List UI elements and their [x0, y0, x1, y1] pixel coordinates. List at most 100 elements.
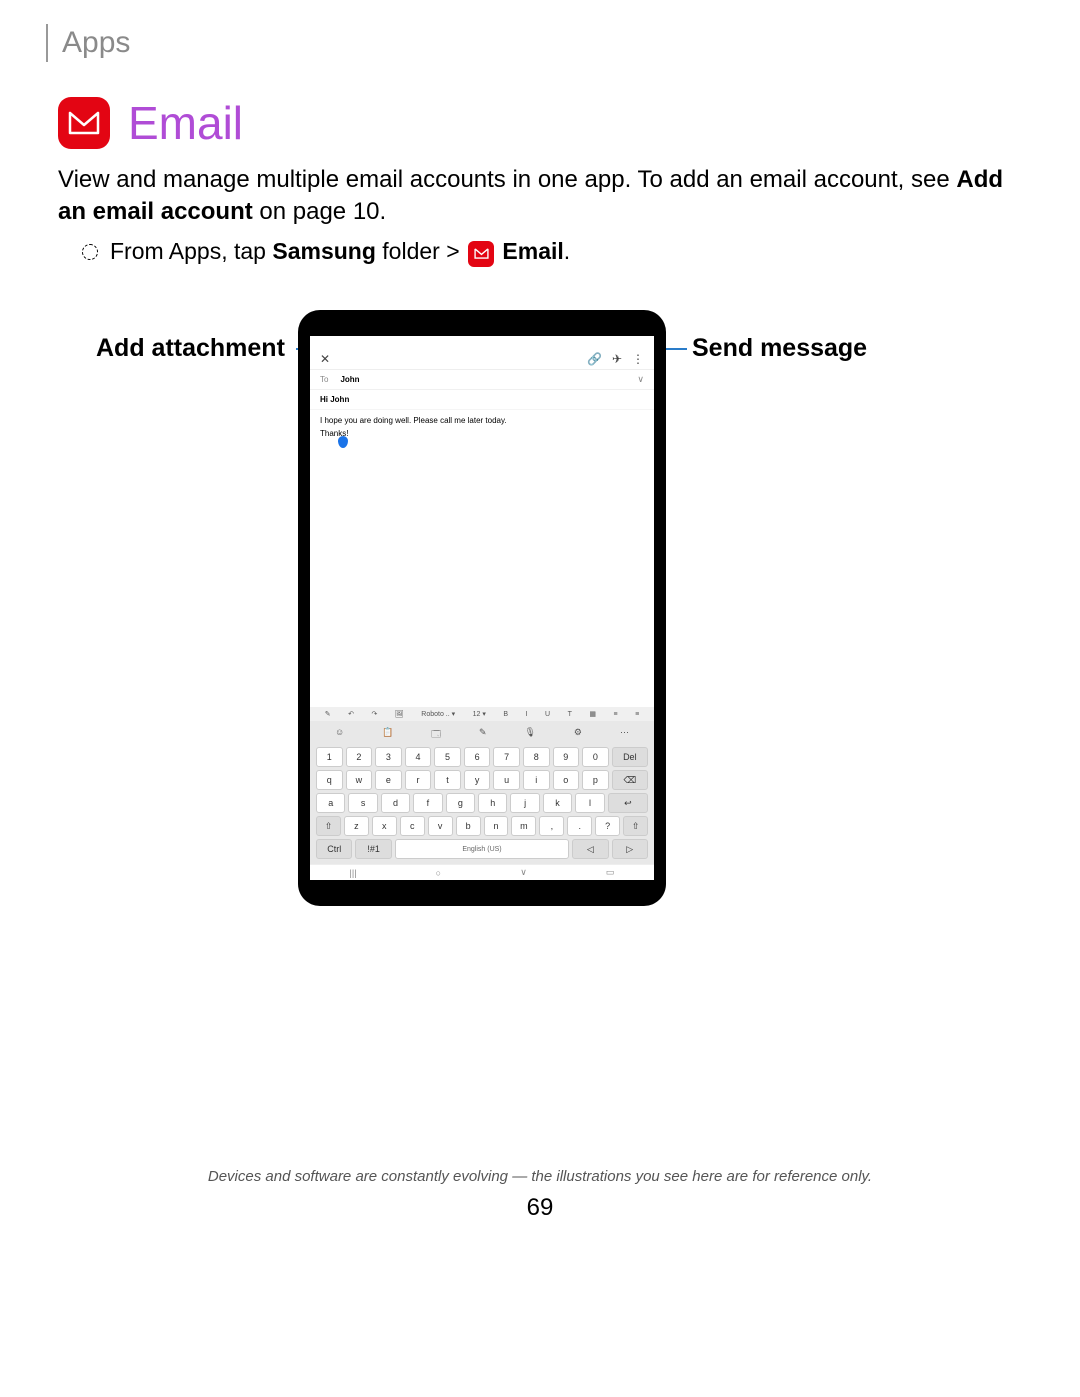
step-mid: folder > — [376, 238, 466, 264]
key[interactable]: c — [400, 816, 425, 836]
format-item[interactable]: I — [526, 711, 528, 718]
key[interactable]: a — [316, 793, 345, 813]
key-space[interactable]: English (US) — [395, 839, 569, 859]
body-field[interactable]: I hope you are doing well. Please call m… — [310, 410, 654, 707]
subject-field[interactable]: Hi John — [310, 390, 654, 410]
key[interactable]: x — [372, 816, 397, 836]
format-item[interactable]: B — [503, 711, 508, 718]
key[interactable]: d — [381, 793, 410, 813]
key-arrow-right[interactable]: ▷ — [612, 839, 648, 859]
key[interactable]: f — [413, 793, 442, 813]
key[interactable]: m — [511, 816, 536, 836]
breadcrumb: Apps — [46, 24, 130, 62]
more-icon[interactable]: ⋮ — [632, 352, 644, 366]
key[interactable]: 6 — [464, 747, 491, 767]
format-item[interactable]: ↶ — [348, 710, 354, 718]
key[interactable]: u — [493, 770, 520, 790]
key-ctrl[interactable]: Ctrl — [316, 839, 352, 859]
key[interactable]: 9 — [553, 747, 580, 767]
kbd-row5[interactable]: Ctrl !#1 English (US) ◁ ▷ — [316, 839, 648, 859]
key[interactable]: ⇧ — [623, 816, 648, 836]
kbd-row2[interactable]: qwertyuiop⌫ — [316, 770, 648, 790]
body-thanks: Thanks! — [320, 428, 644, 441]
format-item[interactable]: ▦ — [589, 710, 596, 718]
key[interactable]: g — [446, 793, 475, 813]
nav-item[interactable]: ○ — [436, 868, 441, 878]
format-item[interactable]: ≡ — [613, 711, 617, 718]
key[interactable]: r — [405, 770, 432, 790]
key[interactable]: s — [348, 793, 377, 813]
send-icon[interactable]: ✈ — [612, 352, 622, 366]
close-icon[interactable]: ✕ — [320, 352, 330, 366]
format-bar[interactable]: ✎ ↶ ↷ 🖼 Roboto .. ▾ 12 ▾ B I U T ▦ ≡ ≡ — [310, 707, 654, 721]
key[interactable]: e — [375, 770, 402, 790]
key[interactable]: ⇧ — [316, 816, 341, 836]
key[interactable]: z — [344, 816, 369, 836]
key[interactable]: 5 — [434, 747, 461, 767]
key[interactable]: o — [553, 770, 580, 790]
key[interactable]: q — [316, 770, 343, 790]
format-item[interactable]: ✎ — [325, 710, 331, 718]
kbd-row3[interactable]: asdfghjkl↩ — [316, 793, 648, 813]
key[interactable]: b — [456, 816, 481, 836]
format-item[interactable]: 🖼 — [395, 710, 404, 718]
body-line1: I hope you are doing well. Please call m… — [320, 415, 644, 428]
key[interactable]: 1 — [316, 747, 343, 767]
key[interactable]: 2 — [346, 747, 373, 767]
key-arrow-left[interactable]: ◁ — [572, 839, 608, 859]
format-item[interactable]: 12 ▾ — [473, 710, 486, 718]
key[interactable]: 8 — [523, 747, 550, 767]
format-item[interactable]: U — [545, 711, 550, 718]
step-samsung: Samsung — [272, 238, 376, 264]
format-item[interactable]: T — [568, 711, 572, 718]
nav-item[interactable]: ||| — [350, 868, 357, 878]
key[interactable]: h — [478, 793, 507, 813]
key[interactable]: v — [428, 816, 453, 836]
status-bar — [310, 336, 654, 348]
key[interactable]: 4 — [405, 747, 432, 767]
key[interactable]: l — [575, 793, 604, 813]
suggest-item[interactable]: 🎙 — [525, 727, 536, 743]
key[interactable]: . — [567, 816, 592, 836]
suggest-item[interactable]: ☺ — [335, 727, 344, 743]
key[interactable]: t — [434, 770, 461, 790]
key[interactable]: 3 — [375, 747, 402, 767]
key[interactable]: w — [346, 770, 373, 790]
nav-item[interactable]: ∨ — [520, 867, 527, 878]
key[interactable]: p — [582, 770, 609, 790]
key[interactable]: n — [484, 816, 509, 836]
step-pre: From Apps, tap — [110, 238, 272, 264]
key[interactable]: j — [510, 793, 539, 813]
key[interactable]: 7 — [493, 747, 520, 767]
keyboard[interactable]: ☺ 📋 🗔 ✎ 🎙 ⚙ ⋯ 1234567890Del qwertyuiop⌫ asdfgh… — [310, 721, 654, 864]
key[interactable]: ? — [595, 816, 620, 836]
key[interactable]: 0 — [582, 747, 609, 767]
format-item[interactable]: ≡ — [635, 711, 639, 718]
suggest-item[interactable]: ⋯ — [620, 727, 629, 743]
nav-item[interactable]: ▭ — [606, 867, 615, 878]
text-cursor-handle[interactable] — [338, 436, 348, 448]
chevron-down-icon[interactable]: ∨ — [637, 374, 644, 385]
suggest-item[interactable]: ⚙ — [574, 727, 582, 743]
key[interactable]: ⌫ — [612, 770, 648, 790]
key-sym[interactable]: !#1 — [355, 839, 391, 859]
nav-bar[interactable]: ||| ○ ∨ ▭ — [310, 864, 654, 880]
email-app-icon — [58, 97, 110, 149]
key[interactable]: y — [464, 770, 491, 790]
suggest-item[interactable]: 📋 — [382, 727, 393, 743]
format-item[interactable]: Roboto .. ▾ — [421, 710, 455, 718]
suggest-item[interactable]: 🗔 — [431, 727, 441, 743]
key[interactable]: i — [523, 770, 550, 790]
key[interactable]: , — [539, 816, 564, 836]
format-item[interactable]: ↷ — [372, 710, 378, 718]
attachment-icon[interactable]: 🔗 — [587, 352, 602, 366]
key[interactable]: Del — [612, 747, 648, 767]
key[interactable]: k — [543, 793, 572, 813]
key[interactable]: ↩ — [608, 793, 648, 813]
to-field[interactable]: To John ∨ — [310, 370, 654, 390]
kbd-row1[interactable]: 1234567890Del — [316, 747, 648, 767]
kbd-suggest-row[interactable]: ☺ 📋 🗔 ✎ 🎙 ⚙ ⋯ — [316, 725, 648, 747]
kbd-row4[interactable]: ⇧zxcvbnm,.?⇧ — [316, 816, 648, 836]
section-title: Email — [128, 96, 243, 150]
suggest-item[interactable]: ✎ — [479, 727, 487, 743]
